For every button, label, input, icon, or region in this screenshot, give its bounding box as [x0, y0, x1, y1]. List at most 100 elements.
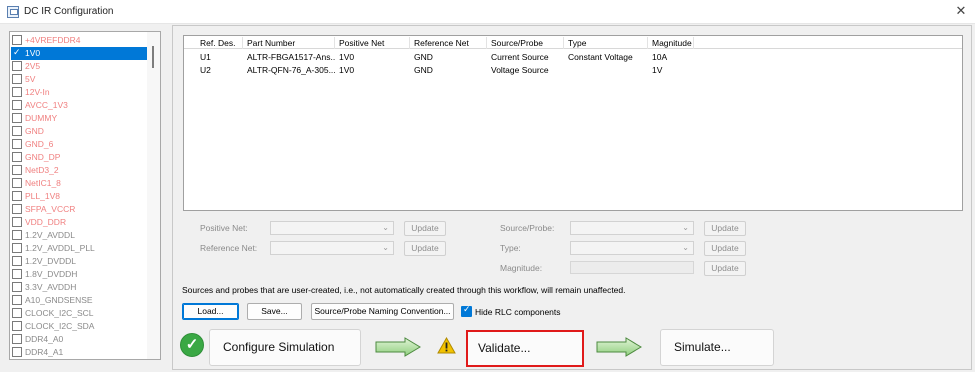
net-list-item[interactable]: GND	[11, 125, 147, 138]
reference-net-update-button[interactable]: Update	[404, 241, 446, 256]
net-checkbox[interactable]	[12, 126, 22, 136]
net-checkbox[interactable]	[12, 113, 22, 123]
net-list-item[interactable]: GND_DP	[11, 151, 147, 164]
net-label: NetD3_2	[25, 165, 59, 175]
net-checkbox[interactable]	[12, 269, 22, 279]
validate-button[interactable]: Validate...	[466, 330, 584, 367]
net-label: 12V-In	[25, 87, 50, 97]
net-checkbox[interactable]	[12, 61, 22, 71]
net-list-item[interactable]: SFPA_VCCR	[11, 203, 147, 216]
net-checkbox[interactable]	[12, 256, 22, 266]
net-checkbox[interactable]	[12, 87, 22, 97]
net-list-item[interactable]: A10_GNDSENSE	[11, 294, 147, 307]
net-checkbox[interactable]	[12, 178, 22, 188]
magnitude-label: Magnitude:	[500, 263, 543, 273]
close-icon[interactable]: ✕	[951, 2, 971, 20]
net-checkbox[interactable]	[12, 74, 22, 84]
naming-convention-button[interactable]: Source/Probe Naming Convention...	[311, 303, 454, 320]
simulate-button[interactable]: Simulate...	[660, 329, 774, 366]
positive-net-dropdown[interactable]: ⌄	[270, 221, 394, 235]
net-list-item[interactable]: 3.3V_AVDDH	[11, 281, 147, 294]
net-label: A10_GNDSENSE	[25, 295, 93, 305]
net-list-item[interactable]: 1.2V_DVDDL	[11, 255, 147, 268]
net-label: 2V5	[25, 61, 41, 71]
type-update-button[interactable]: Update	[704, 241, 746, 256]
reference-net-label: Reference Net:	[200, 243, 258, 253]
net-checkbox[interactable]	[12, 282, 22, 292]
cell-type	[564, 64, 648, 76]
column-header-ref-des[interactable]: Ref. Des.	[196, 37, 243, 49]
net-checkbox[interactable]	[12, 308, 22, 318]
net-checkbox[interactable]	[12, 217, 22, 227]
net-list-item[interactable]: NetIC1_8	[11, 177, 147, 190]
net-label: 1.2V_AVDDL_PLL	[25, 243, 95, 253]
save-button[interactable]: Save...	[247, 303, 302, 320]
cell-ref-des: U1	[200, 52, 211, 62]
net-list-item[interactable]: NetD3_2	[11, 164, 147, 177]
net-checkbox[interactable]	[12, 35, 22, 45]
cell-part-number: ALTR-FBGA1517-Ans...	[247, 52, 335, 62]
type-label: Type:	[500, 243, 521, 253]
net-checkbox[interactable]	[12, 230, 22, 240]
net-list-scrollbar[interactable]	[147, 32, 160, 359]
sources-table[interactable]: Ref. Des. Part Number Positive Net Refer…	[183, 35, 963, 211]
net-checkbox[interactable]	[12, 139, 22, 149]
net-checkbox[interactable]	[12, 152, 22, 162]
scrollbar-thumb[interactable]	[152, 46, 154, 68]
net-list-item[interactable]: 1.8V_DVDDH	[11, 268, 147, 281]
net-checkbox[interactable]	[12, 347, 22, 357]
net-checkbox[interactable]	[12, 321, 22, 331]
workflow-arrow-icon	[596, 337, 642, 357]
hide-rlc-checkbox[interactable]	[461, 304, 472, 317]
window-title: DC IR Configuration	[24, 6, 114, 17]
net-list-item[interactable]: +4VREFDDR4	[11, 34, 147, 47]
net-checkbox[interactable]	[12, 295, 22, 305]
table-row[interactable]: U2 ALTR-QFN-76_A-305... 1V0 GND Voltage …	[184, 64, 962, 76]
net-checkbox[interactable]	[12, 243, 22, 253]
configure-simulation-button[interactable]: Configure Simulation	[209, 329, 361, 366]
net-list-item[interactable]: VDD_DDR	[11, 216, 147, 229]
source-probe-update-button[interactable]: Update	[704, 221, 746, 236]
magnitude-update-button[interactable]: Update	[704, 261, 746, 276]
column-header-source-probe[interactable]: Source/Probe	[487, 37, 564, 49]
hide-rlc-label[interactable]: Hide RLC components	[475, 307, 561, 317]
net-list[interactable]: +4VREFDDR4 1V0 2V5 5V 12V-In AVCC_1V3 DUMMY GND…	[9, 31, 161, 360]
net-checkbox[interactable]	[12, 204, 22, 214]
type-dropdown[interactable]: ⌄	[570, 241, 694, 255]
column-header-magnitude[interactable]: Magnitude	[648, 37, 694, 49]
net-list-item[interactable]: CLOCK_I2C_SCL	[11, 307, 147, 320]
chevron-down-icon: ⌄	[382, 243, 389, 252]
column-header-part-number[interactable]: Part Number	[243, 37, 335, 49]
net-list-item[interactable]: 1.2V_AVDDL_PLL	[11, 242, 147, 255]
column-header-positive-net[interactable]: Positive Net	[335, 37, 410, 49]
net-list-item[interactable]: GND_6	[11, 138, 147, 151]
net-list-item[interactable]: DDR4_A0	[11, 333, 147, 346]
positive-net-update-button[interactable]: Update	[404, 221, 446, 236]
table-row[interactable]: U1 ALTR-FBGA1517-Ans... 1V0 GND Current …	[184, 51, 962, 63]
column-header-type[interactable]: Type	[564, 37, 648, 49]
net-list-item[interactable]: 12V-In	[11, 86, 147, 99]
reference-net-dropdown[interactable]: ⌄	[270, 241, 394, 255]
cell-type: Constant Voltage	[568, 52, 633, 62]
net-list-item[interactable]: 5V	[11, 73, 147, 86]
net-list-item[interactable]: DDR4_A1	[11, 346, 147, 359]
net-list-item[interactable]: 2V5	[11, 60, 147, 73]
net-list-item[interactable]: 1V0	[11, 46, 147, 60]
net-checkbox[interactable]	[12, 165, 22, 175]
column-header-reference-net[interactable]: Reference Net	[410, 37, 487, 49]
magnitude-input[interactable]	[570, 261, 694, 274]
net-list-item[interactable]: PLL_1V8	[11, 190, 147, 203]
net-checkbox[interactable]	[12, 334, 22, 344]
net-list-item[interactable]: DUMMY	[11, 112, 147, 125]
net-list-item[interactable]: AVCC_1V3	[11, 99, 147, 112]
net-list-item[interactable]: 1.2V_AVDDL	[11, 229, 147, 242]
load-button[interactable]: Load...	[182, 303, 239, 320]
net-list-item[interactable]: CLOCK_I2C_SDA	[11, 320, 147, 333]
net-checkbox[interactable]	[12, 100, 22, 110]
net-label: 1.2V_AVDDL	[25, 230, 75, 240]
net-checkbox[interactable]	[12, 191, 22, 201]
configure-complete-check-icon: ✓	[180, 333, 204, 357]
cell-magnitude: 10A	[652, 52, 668, 62]
source-probe-dropdown[interactable]: ⌄	[570, 221, 694, 235]
net-checkbox[interactable]	[12, 46, 22, 59]
